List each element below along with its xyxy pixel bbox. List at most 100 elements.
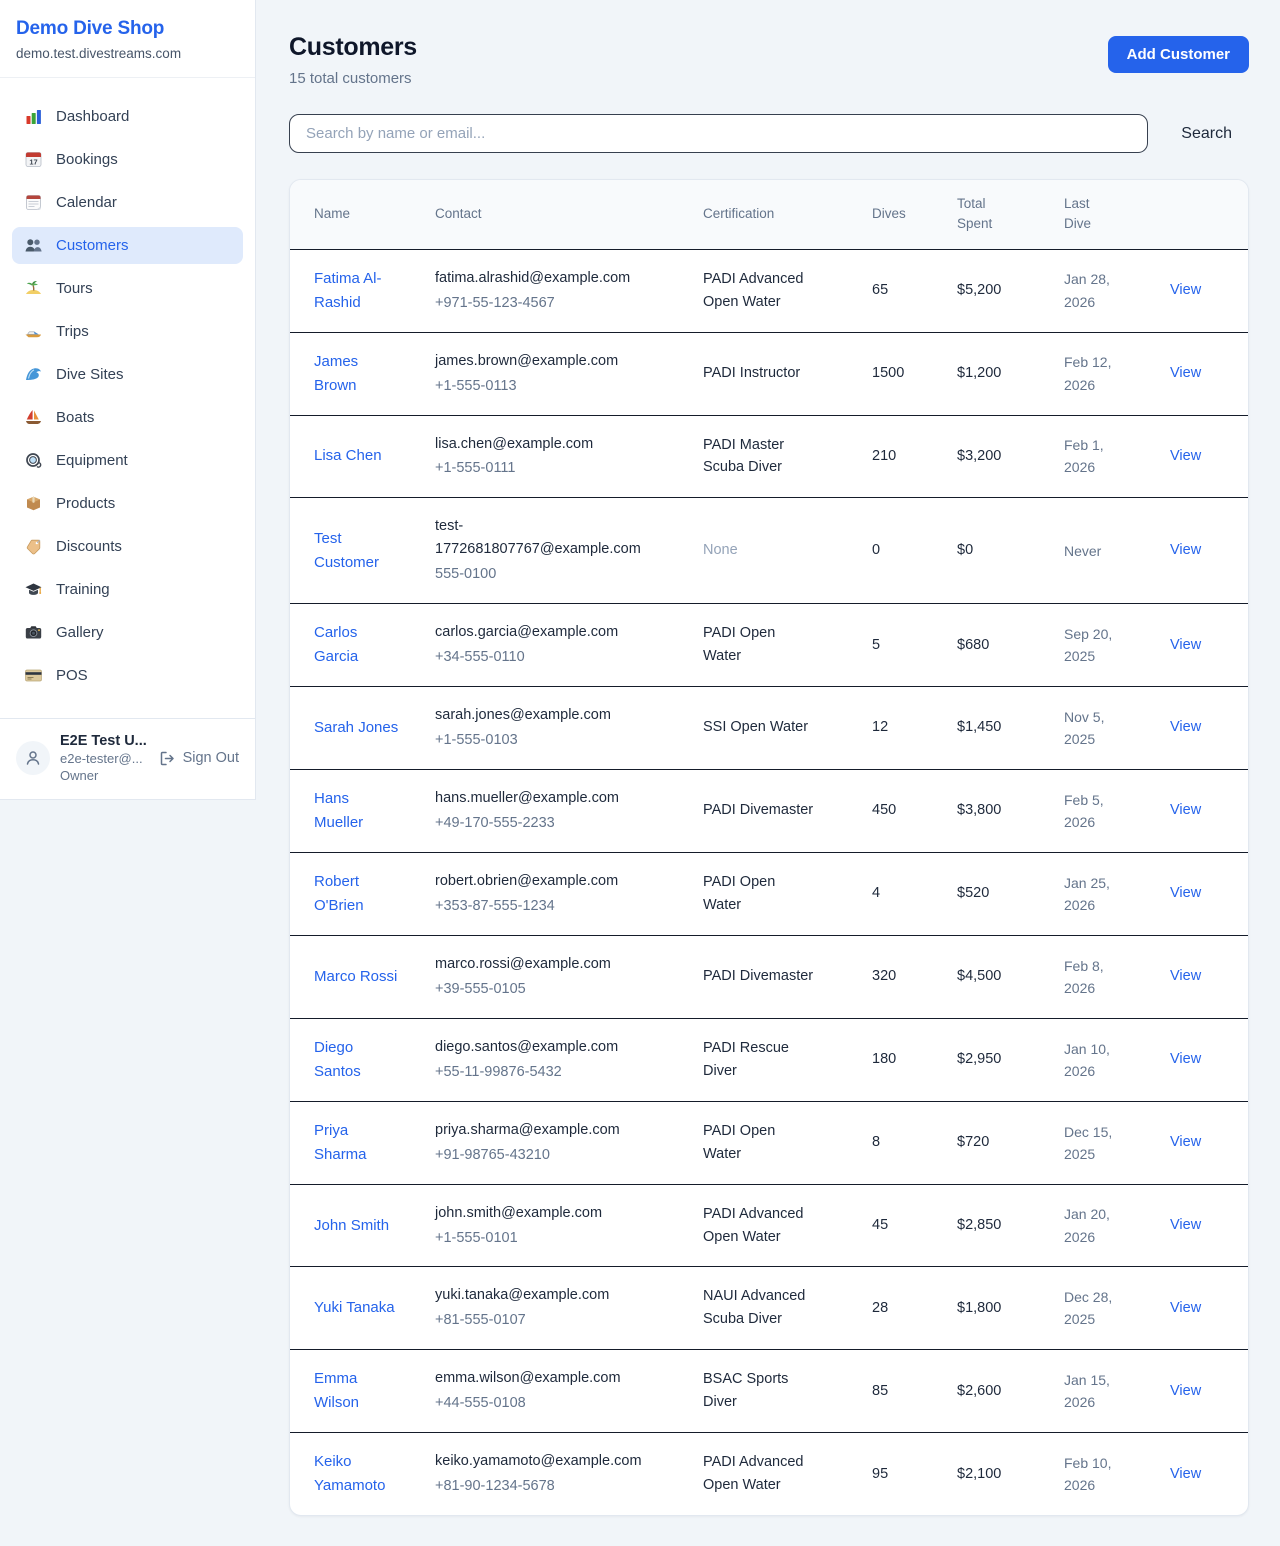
search-input[interactable]: [289, 114, 1148, 153]
customer-name-link[interactable]: Lisa Chen: [314, 444, 382, 468]
last-dive-cell: Feb 1, 2026: [1064, 415, 1170, 498]
view-link[interactable]: View: [1170, 1051, 1201, 1067]
total-spent-cell: $3,200: [957, 415, 1064, 498]
last-dive-cell: Jan 28, 2026: [1064, 249, 1170, 332]
customer-name-link[interactable]: Yuki Tanaka: [314, 1296, 395, 1320]
view-link[interactable]: View: [1170, 1383, 1201, 1399]
contact-cell: carlos.garcia@example.com+34-555-0110: [435, 604, 703, 687]
action-cell: View: [1170, 1433, 1248, 1516]
sailboat-icon: [24, 408, 43, 427]
certification: PADI Advanced Open Water: [703, 268, 816, 314]
view-link[interactable]: View: [1170, 365, 1201, 381]
customer-name-link[interactable]: Diego Santos: [314, 1036, 401, 1084]
certification: PADI Master Scuba Diver: [703, 434, 816, 480]
customer-phone: +1-555-0111: [435, 457, 647, 480]
search-button[interactable]: Search: [1164, 117, 1249, 151]
view-link[interactable]: View: [1170, 968, 1201, 984]
last-dive-cell: Feb 8, 2026: [1064, 935, 1170, 1018]
customer-name-link[interactable]: Marco Rossi: [314, 965, 397, 989]
sidebar-item-boats[interactable]: Boats: [12, 399, 243, 436]
customer-email: yuki.tanaka@example.com: [435, 1284, 647, 1307]
last-dive-cell: Feb 10, 2026: [1064, 1433, 1170, 1516]
sidebar-item-pos[interactable]: POS: [12, 657, 243, 694]
last-dive-cell: Jan 10, 2026: [1064, 1018, 1170, 1101]
sidebar-item-label: Bookings: [56, 151, 118, 168]
customer-name-link[interactable]: Carlos Garcia: [314, 621, 401, 669]
customer-phone: +44-555-0108: [435, 1392, 647, 1415]
user-name: E2E Test U...: [60, 733, 147, 749]
sign-out-button[interactable]: Sign Out: [159, 750, 239, 767]
view-link[interactable]: View: [1170, 802, 1201, 818]
customer-name-link[interactable]: Keiko Yamamoto: [314, 1450, 401, 1498]
total-spent-cell: $520: [957, 852, 1064, 935]
certification: PADI Divemaster: [703, 799, 816, 822]
view-link[interactable]: View: [1170, 542, 1201, 558]
total-spent-cell: $680: [957, 604, 1064, 687]
name-cell: Carlos Garcia: [290, 604, 435, 687]
island-icon: [24, 279, 43, 298]
sidebar-item-tours[interactable]: Tours: [12, 270, 243, 307]
name-cell: Keiko Yamamoto: [290, 1433, 435, 1516]
action-cell: View: [1170, 1018, 1248, 1101]
sidebar-item-equipment[interactable]: Equipment: [12, 442, 243, 479]
contact-cell: marco.rossi@example.com+39-555-0105: [435, 935, 703, 1018]
customer-email: priya.sharma@example.com: [435, 1119, 647, 1142]
customer-name-link[interactable]: Priya Sharma: [314, 1119, 401, 1167]
view-link[interactable]: View: [1170, 885, 1201, 901]
view-link[interactable]: View: [1170, 1134, 1201, 1150]
name-cell: Test Customer: [290, 498, 435, 604]
dives-cell: 210: [872, 415, 957, 498]
sidebar-item-bookings[interactable]: 17Bookings: [12, 141, 243, 178]
sidebar-item-dashboard[interactable]: Dashboard: [12, 98, 243, 135]
view-link[interactable]: View: [1170, 282, 1201, 298]
certification-cell: PADI Master Scuba Diver: [703, 415, 872, 498]
sidebar-item-discounts[interactable]: Discounts: [12, 528, 243, 565]
certification-cell: PADI Advanced Open Water: [703, 1184, 872, 1267]
customers-table: NameContactCertificationDivesTotalSpentL…: [290, 180, 1248, 1515]
total-spent-cell: $720: [957, 1101, 1064, 1184]
customer-name-link[interactable]: Sarah Jones: [314, 716, 398, 740]
customer-name-link[interactable]: Emma Wilson: [314, 1367, 401, 1415]
name-cell: Lisa Chen: [290, 415, 435, 498]
customer-name-link[interactable]: Fatima Al-Rashid: [314, 267, 401, 315]
customer-name-link[interactable]: James Brown: [314, 350, 401, 398]
customer-name-link[interactable]: Test Customer: [314, 527, 401, 575]
sidebar-item-dive-sites[interactable]: Dive Sites: [12, 356, 243, 393]
customer-name-link[interactable]: Hans Mueller: [314, 787, 401, 835]
view-link[interactable]: View: [1170, 1466, 1201, 1482]
view-link[interactable]: View: [1170, 1300, 1201, 1316]
customer-email: carlos.garcia@example.com: [435, 621, 647, 644]
dives-cell: 450: [872, 769, 957, 852]
contact-cell: diego.santos@example.com+55-11-99876-543…: [435, 1018, 703, 1101]
credit-card-icon: [24, 666, 43, 685]
customer-phone: +55-11-99876-5432: [435, 1061, 647, 1084]
sidebar-item-calendar[interactable]: Calendar: [12, 184, 243, 221]
customer-email: keiko.yamamoto@example.com: [435, 1450, 647, 1473]
certification: PADI Open Water: [703, 871, 816, 917]
last-dive-cell: Feb 12, 2026: [1064, 332, 1170, 415]
shop-domain: demo.test.divestreams.com: [16, 46, 239, 61]
add-customer-button[interactable]: Add Customer: [1108, 36, 1249, 73]
sidebar-item-trips[interactable]: Trips: [12, 313, 243, 350]
sidebar-item-label: Training: [56, 581, 110, 598]
customer-email: sarah.jones@example.com: [435, 704, 647, 727]
sidebar-item-label: Dashboard: [56, 108, 129, 125]
customer-name-link[interactable]: Robert O'Brien: [314, 870, 401, 918]
dives-cell: 320: [872, 935, 957, 1018]
table-row: Hans Muellerhans.mueller@example.com+49-…: [290, 769, 1248, 852]
customer-name-link[interactable]: John Smith: [314, 1214, 389, 1238]
sidebar-item-customers[interactable]: Customers: [12, 227, 243, 264]
sidebar-item-training[interactable]: Training: [12, 571, 243, 608]
view-link[interactable]: View: [1170, 719, 1201, 735]
sidebar-item-gallery[interactable]: Gallery: [12, 614, 243, 651]
total-spent-cell: $4,500: [957, 935, 1064, 1018]
view-link[interactable]: View: [1170, 448, 1201, 464]
view-link[interactable]: View: [1170, 1217, 1201, 1233]
contact-cell: lisa.chen@example.com+1-555-0111: [435, 415, 703, 498]
dives-cell: 95: [872, 1433, 957, 1516]
view-link[interactable]: View: [1170, 637, 1201, 653]
name-cell: Robert O'Brien: [290, 852, 435, 935]
action-cell: View: [1170, 415, 1248, 498]
last-dive-cell: Nov 5, 2025: [1064, 687, 1170, 770]
sidebar-item-products[interactable]: Products: [12, 485, 243, 522]
